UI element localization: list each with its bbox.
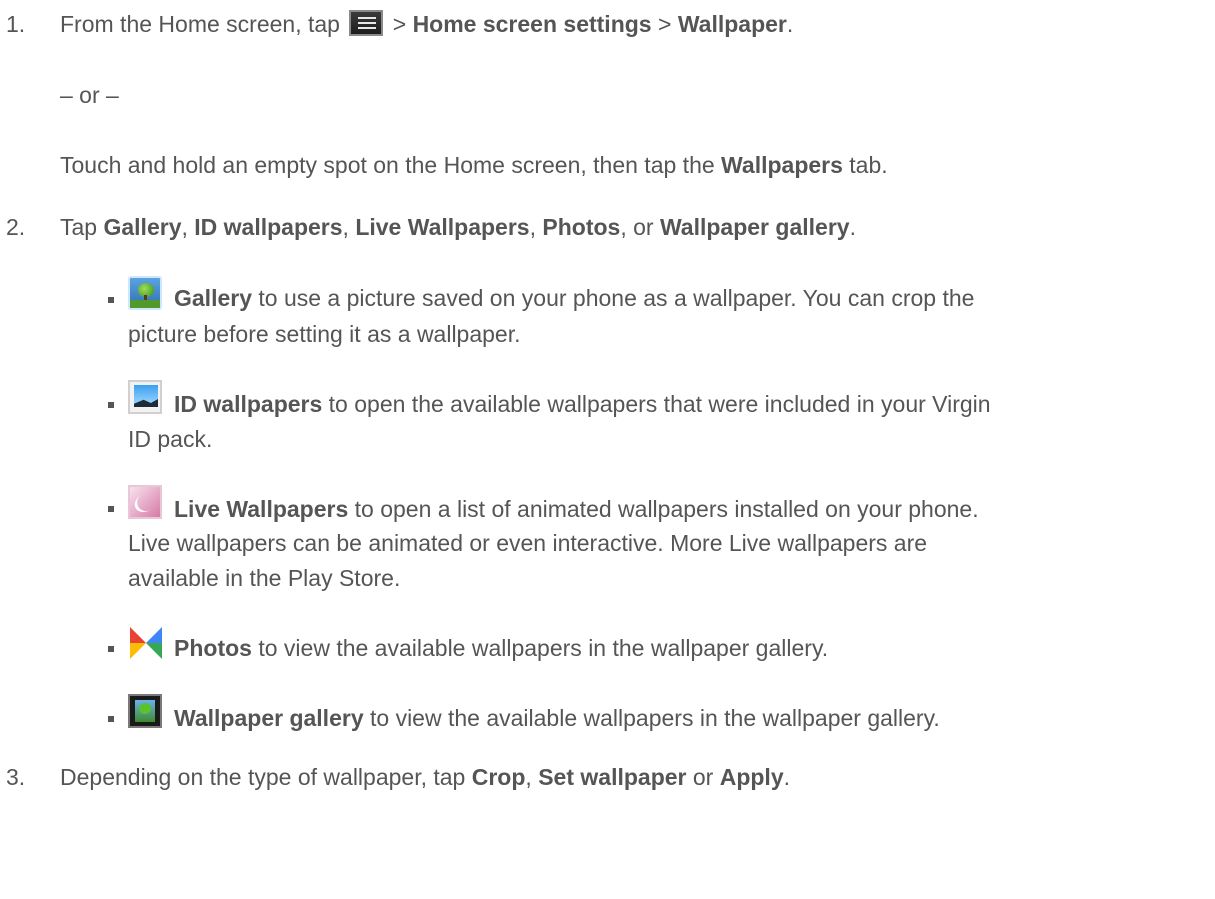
live-wallpapers-icon	[128, 485, 162, 519]
option-gallery-desc: to use a picture saved on your phone as …	[258, 285, 975, 311]
option-gallery-line2: picture before setting it as a wallpaper…	[128, 321, 521, 347]
step-1-number: 1.	[6, 11, 26, 37]
option-gallery-line1: Gallery to use a picture saved on your p…	[174, 282, 974, 315]
gallery-icon	[128, 276, 162, 310]
bullet	[108, 506, 114, 512]
step-3-text: Depending on the type of wallpaper, tap …	[60, 761, 790, 794]
bullet	[108, 297, 114, 303]
option-live-line3: available in the Play Store.	[128, 565, 401, 591]
or-separator: – or –	[60, 82, 119, 108]
step-1-pre: From the Home screen, tap	[60, 11, 340, 37]
apply-label: Apply	[719, 764, 784, 790]
option-live-line2: Live wallpapers can be animated or even …	[128, 530, 928, 556]
option-wgallery-desc: to view the available wallpapers in the …	[370, 705, 940, 731]
option-live-line1: Live Wallpapers to open a list of animat…	[174, 493, 979, 526]
comma: ,	[342, 214, 349, 240]
menu-icon	[349, 10, 384, 36]
option-id-line1: ID wallpapers to open the available wall…	[174, 388, 991, 421]
option-photos-line1: Photos to view the available wallpapers …	[174, 632, 828, 665]
bullet	[108, 716, 114, 722]
comma: ,	[529, 214, 536, 240]
option-wgallery-line1: Wallpaper gallery to view the available …	[174, 702, 940, 735]
comma-or: , or	[620, 214, 654, 240]
gallery-label: Gallery	[103, 214, 182, 240]
id-wallpapers-icon	[128, 380, 162, 414]
option-live-desc: to open a list of animated wallpapers in…	[354, 496, 979, 522]
period: .	[783, 764, 790, 790]
step-2-text: Tap Gallery, ID wallpapers, Live Wallpap…	[60, 211, 856, 244]
wallpapers-tab-label: Wallpapers	[721, 152, 843, 178]
wallpaper-label: Wallpaper	[677, 11, 787, 37]
comma: ,	[525, 764, 532, 790]
option-wgallery-title: Wallpaper gallery	[174, 705, 364, 731]
step-3-number: 3.	[6, 764, 26, 790]
home-screen-settings-label: Home screen settings	[412, 11, 652, 37]
step-1-sep2: >	[657, 11, 672, 37]
option-live-title: Live Wallpapers	[174, 496, 349, 522]
step-2-number: 2.	[6, 214, 26, 240]
wallpaper-gallery-label: Wallpaper gallery	[659, 214, 850, 240]
step-1-sep1: >	[392, 11, 407, 37]
option-id-line2: ID pack.	[128, 426, 213, 452]
wallpaper-gallery-icon	[128, 694, 162, 728]
crop-label: Crop	[471, 764, 526, 790]
instruction-document: 1. From the Home screen, tap > Home scre…	[0, 0, 1215, 899]
option-gallery-title: Gallery	[174, 285, 252, 311]
option-photos-title: Photos	[174, 635, 252, 661]
photos-icon	[128, 625, 164, 661]
alt-pre: Touch and hold an empty spot on the Home…	[60, 152, 715, 178]
live-wallpapers-label: Live Wallpapers	[355, 214, 530, 240]
step-2-pre: Tap	[60, 214, 98, 240]
set-wallpaper-label: Set wallpaper	[538, 764, 687, 790]
option-photos-desc: to view the available wallpapers in the …	[258, 635, 829, 661]
alt-post: tab.	[849, 152, 888, 178]
option-id-desc: to open the available wallpapers that we…	[328, 391, 991, 417]
step-3-pre: Depending on the type of wallpaper, tap	[60, 764, 466, 790]
step-1-text: From the Home screen, tap > Home screen …	[60, 8, 793, 41]
bullet	[108, 646, 114, 652]
period: .	[849, 214, 856, 240]
comma: ,	[181, 214, 188, 240]
step-1-end: .	[786, 11, 794, 37]
option-id-title: ID wallpapers	[174, 391, 323, 417]
photos-label: Photos	[542, 214, 621, 240]
or-word: or	[692, 764, 714, 790]
id-wallpapers-label: ID wallpapers	[194, 214, 343, 240]
bullet	[108, 402, 114, 408]
step-1-alternative: Touch and hold an empty spot on the Home…	[60, 149, 888, 182]
